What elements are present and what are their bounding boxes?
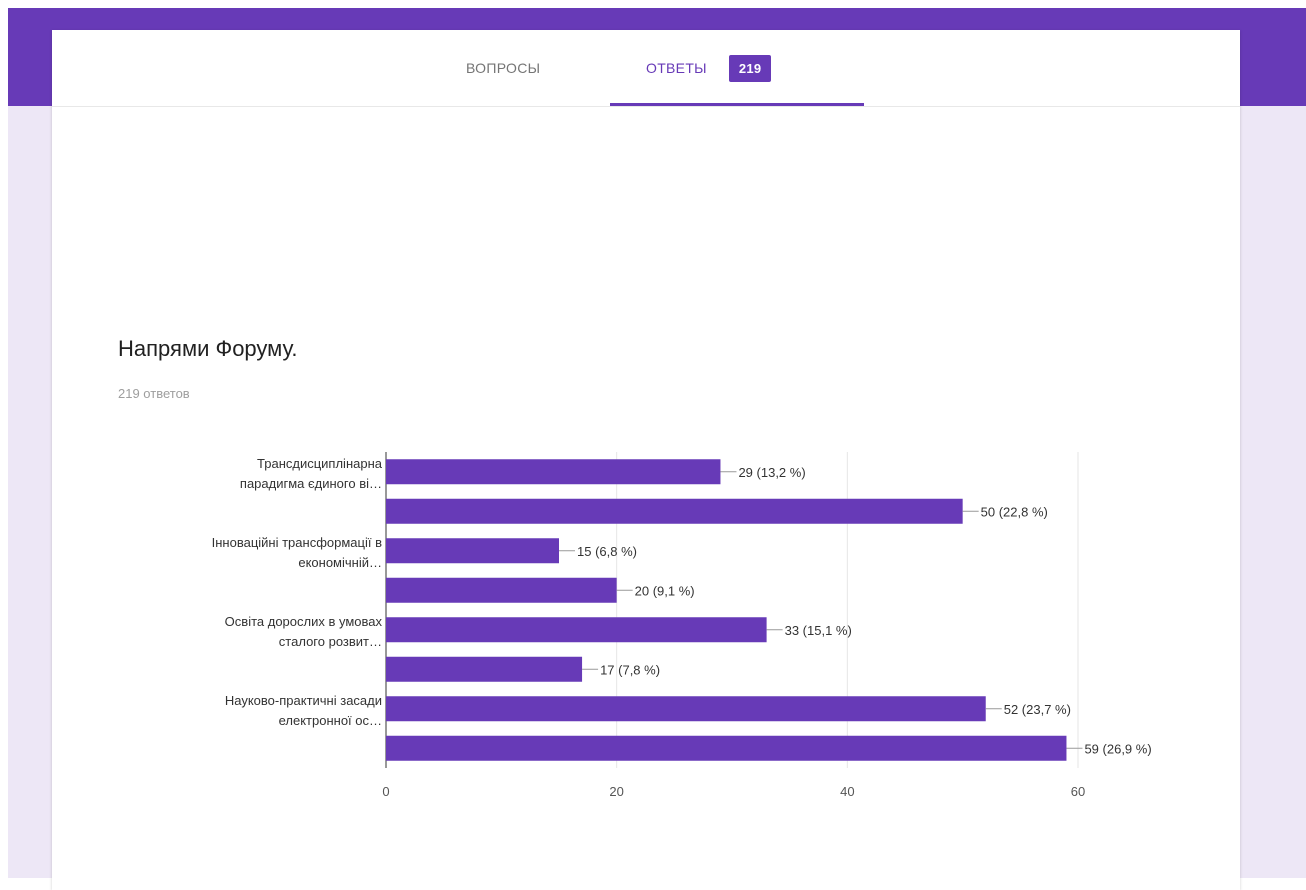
bar-chart: 0 20 40 60 29 (13,2 %) Трансдисциплінарна пара… [212, 452, 1152, 799]
data-label: 50 (22,8 %) [981, 504, 1048, 519]
x-tick-label: 40 [840, 784, 854, 799]
bar [386, 696, 986, 722]
x-tick-label: 60 [1071, 784, 1085, 799]
data-label: 52 (23,7 %) [1004, 702, 1071, 717]
x-tick-label: 0 [382, 784, 389, 799]
data-label: 17 (7,8 %) [600, 662, 660, 677]
category-label: Освіта дорослих в умовах [225, 614, 383, 629]
category-label: електронної ос… [279, 713, 382, 728]
bar [386, 656, 583, 682]
data-label: 29 (13,2 %) [738, 465, 805, 480]
data-label: 33 (15,1 %) [785, 623, 852, 638]
category-label: Інноваційні трансформації в [212, 535, 382, 550]
data-label: 15 (6,8 %) [577, 544, 637, 559]
bar [386, 459, 721, 485]
data-label: 20 (9,1 %) [635, 583, 695, 598]
category-label: парадигма єдиного ві… [240, 476, 382, 491]
bar [386, 498, 963, 524]
bar [386, 538, 559, 564]
category-label: Науково-практичні засади [225, 693, 382, 708]
category-label: сталого розвит… [279, 634, 382, 649]
data-label: 59 (26,9 %) [1084, 741, 1151, 756]
bar [386, 617, 767, 643]
category-label: економічній… [298, 555, 382, 570]
bar [386, 577, 617, 603]
category-label: Трансдисциплінарна [257, 456, 383, 471]
bar [386, 735, 1067, 761]
x-tick-label: 20 [609, 784, 623, 799]
